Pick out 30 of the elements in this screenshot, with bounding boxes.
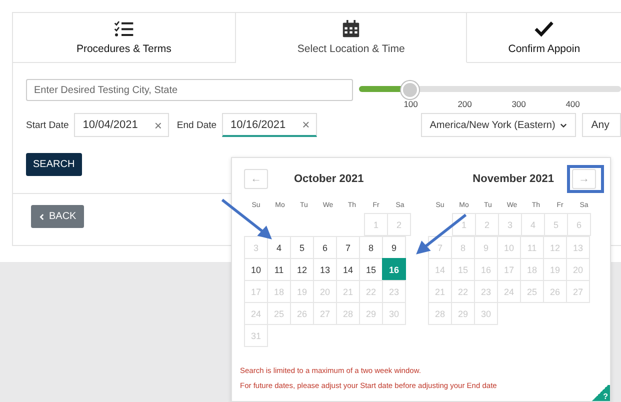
- month-title: October 2021: [294, 173, 364, 185]
- calendar-day[interactable]: 16: [382, 258, 406, 281]
- step-tab[interactable]: Procedures & Terms: [13, 13, 236, 63]
- start-date-label: Start Date: [26, 120, 69, 130]
- month-title: November 2021: [472, 173, 554, 185]
- slider-handle[interactable]: [400, 81, 419, 99]
- end-date-label: End Date: [176, 120, 217, 130]
- distance-tick-label: 100: [402, 99, 419, 109]
- city-search-field[interactable]: Enter Desired Testing City, State: [26, 79, 353, 101]
- distance-tick-label: 200: [456, 99, 473, 109]
- previous-month-button[interactable]: ←: [244, 169, 268, 189]
- calendar-icon: [341, 20, 362, 38]
- next-month-button[interactable]: →: [572, 169, 596, 189]
- chevron-left-icon: [39, 212, 44, 220]
- timezone-dropdown[interactable]: America/New York (Eastern): [420, 113, 576, 137]
- check-icon: [534, 20, 554, 38]
- checklist-icon: [114, 20, 134, 38]
- annotation-arrow: [416, 214, 467, 254]
- annotation-arrow: [221, 198, 272, 240]
- distance-tick-label: 400: [564, 99, 581, 109]
- end-date-field[interactable]: 10/16/2021 ×: [222, 113, 317, 137]
- back-button[interactable]: BACK: [31, 205, 84, 228]
- chevron-down-icon: [560, 122, 568, 128]
- time-dropdown[interactable]: Any: [582, 113, 621, 137]
- distance-slider[interactable]: [358, 80, 621, 98]
- search-button[interactable]: SEARCH: [26, 153, 82, 176]
- distance-tick-label: 300: [510, 99, 527, 109]
- highlight-box: [567, 165, 604, 193]
- start-date-field[interactable]: 10/04/2021 ×: [74, 113, 169, 137]
- help-corner[interactable]: ?: [590, 385, 610, 401]
